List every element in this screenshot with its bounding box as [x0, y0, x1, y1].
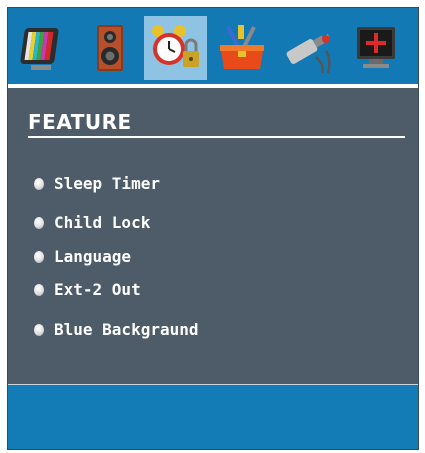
speaker-icon	[96, 25, 123, 71]
osd-menu-frame: FEATURE Sleep Timer Child Lock Language …	[7, 7, 419, 450]
menu-item-label: Ext-2 Out	[54, 280, 141, 299]
menu-tab-bar	[8, 8, 418, 84]
panel-title: FEATURE	[28, 110, 132, 134]
alarm-clock-lock-icon	[151, 25, 199, 67]
tv-color-bars-icon	[19, 28, 58, 70]
bottom-info-bar	[8, 385, 418, 449]
menu-item-child-lock[interactable]: Child Lock	[34, 213, 150, 232]
cable-connector-icon	[286, 34, 331, 74]
menu-item-label: Blue Backgraund	[54, 320, 199, 339]
tab-picture[interactable]	[12, 16, 75, 80]
feature-panel: FEATURE Sleep Timer Child Lock Language …	[8, 88, 418, 384]
monitor-cross-icon	[356, 27, 395, 68]
bullet-icon	[34, 323, 44, 336]
tab-feature[interactable]	[144, 16, 207, 80]
bullet-icon	[34, 177, 44, 190]
title-underline	[28, 136, 405, 138]
bullet-icon	[34, 250, 44, 263]
menu-item-blue-background[interactable]: Blue Backgraund	[34, 320, 199, 339]
tab-source[interactable]	[276, 16, 339, 80]
menu-item-language[interactable]: Language	[34, 247, 131, 266]
menu-item-label: Child Lock	[54, 213, 151, 232]
bullet-icon	[34, 216, 44, 229]
tab-install[interactable]	[210, 16, 273, 80]
menu-item-label: Sleep Timer	[54, 174, 160, 193]
menu-item-sleep-timer[interactable]: Sleep Timer	[34, 174, 160, 193]
menu-item-ext-2-out[interactable]: Ext-2 Out	[34, 280, 141, 299]
bullet-icon	[34, 283, 44, 296]
menu-item-label: Language	[54, 247, 132, 266]
tab-pc[interactable]	[344, 16, 407, 80]
toolbox-icon	[219, 25, 264, 69]
tab-sound[interactable]	[78, 16, 141, 80]
